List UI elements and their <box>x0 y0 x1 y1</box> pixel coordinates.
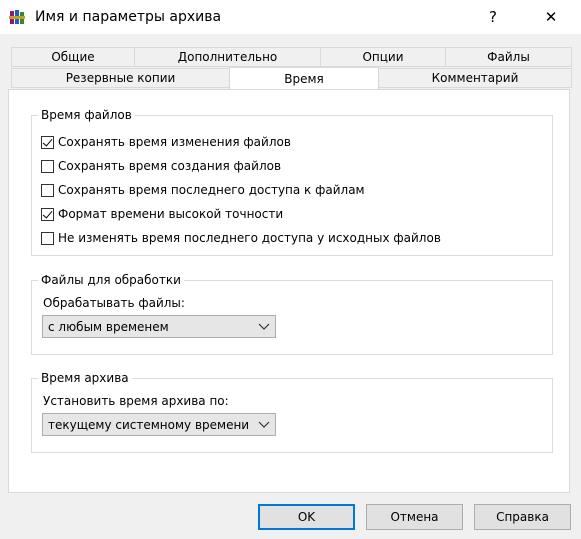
archive-time-label: Установить время архива по: <box>43 394 229 408</box>
close-icon: ✕ <box>544 8 558 26</box>
file-times-group: Время файлов Сохранять время изменения ф… <box>31 108 553 256</box>
chevron-down-icon <box>258 323 270 330</box>
checkbox-box[interactable] <box>41 159 54 173</box>
files-to-process-legend: Файлы для обработки <box>38 273 184 287</box>
files-to-process-group: Файлы для обработки Обрабатывать файлы: … <box>31 273 553 355</box>
checkbox-box[interactable] <box>41 183 54 197</box>
help-dialog-button[interactable]: Справка <box>474 504 571 530</box>
process-files-dropdown[interactable]: с любым временем <box>42 315 276 338</box>
window-title: Имя и параметры архива <box>35 9 222 25</box>
tab-backup[interactable]: Резервные копии <box>11 68 230 88</box>
checkbox-label: Сохранять время изменения файлов <box>58 135 291 149</box>
cancel-button[interactable]: Отмена <box>366 504 463 530</box>
checkbox-high-precision[interactable]: Формат времени высокой точности <box>41 205 283 223</box>
tab-panel: Время файлов Сохранять время изменения ф… <box>8 89 570 493</box>
archive-time-legend: Время архива <box>38 371 132 385</box>
tab-files[interactable]: Файлы <box>445 47 572 67</box>
checkbox-label: Формат времени высокой точности <box>58 207 284 221</box>
help-button[interactable]: ? <box>470 0 516 34</box>
tab-general[interactable]: Общие <box>11 47 135 67</box>
winrar-app-icon <box>9 10 25 24</box>
checkbox-box[interactable] <box>41 135 54 149</box>
process-files-label: Обрабатывать файлы: <box>43 296 185 310</box>
checkbox-label: Не изменять время последнего доступа у и… <box>58 231 441 245</box>
checkbox-label: Сохранять время последнего доступа к фай… <box>58 183 365 197</box>
checkbox-keep-access-time[interactable]: Сохранять время последнего доступа к фай… <box>41 181 365 199</box>
file-times-legend: Время файлов <box>38 108 135 122</box>
archive-time-dropdown[interactable]: текущему системному времени <box>42 413 276 436</box>
process-files-value: с любым временем <box>48 319 169 334</box>
archive-time-value: текущему системному времени <box>48 417 250 432</box>
checkbox-preserve-source-access-time[interactable]: Не изменять время последнего доступа у и… <box>41 229 441 247</box>
ok-button[interactable]: OK <box>258 504 355 530</box>
tab-comment[interactable]: Комментарий <box>378 68 572 88</box>
title-bar: Имя и параметры архива ? ✕ <box>0 0 581 34</box>
checkbox-box[interactable] <box>41 231 54 245</box>
tab-advanced[interactable]: Дополнительно <box>134 47 321 67</box>
checkbox-keep-modification-time[interactable]: Сохранять время изменения файлов <box>41 133 291 151</box>
archive-time-group: Время архива Установить время архива по:… <box>31 371 553 453</box>
checkbox-keep-creation-time[interactable]: Сохранять время создания файлов <box>41 157 281 175</box>
checkbox-box[interactable] <box>41 207 54 221</box>
tab-time[interactable]: Время <box>229 67 379 89</box>
close-button[interactable]: ✕ <box>528 0 574 34</box>
tab-options[interactable]: Опции <box>320 47 446 67</box>
checkbox-label: Сохранять время создания файлов <box>58 159 282 173</box>
help-icon: ? <box>489 8 497 26</box>
chevron-down-icon <box>258 421 270 428</box>
